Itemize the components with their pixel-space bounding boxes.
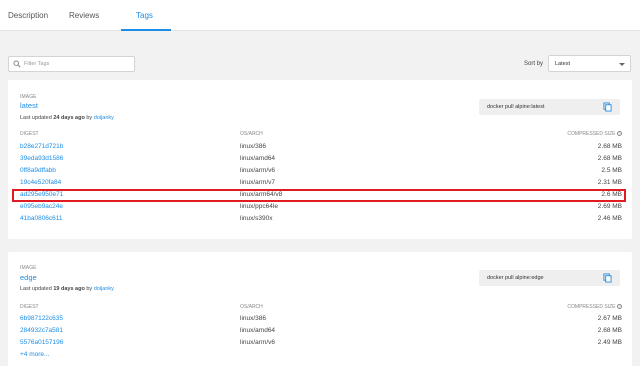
table-row: 0ff8a9dffabb linux/arm/v6 2.5 MB — [8, 167, 632, 178]
user-link[interactable]: doijanky — [94, 286, 114, 292]
table-row: b28e271d721b linux/386 2.68 MB — [8, 143, 632, 154]
highlight-box — [12, 189, 626, 202]
os-arch: linux/ppc64le — [240, 203, 278, 210]
tag-card-edge: IMAGE edge Last updated 19 days ago by d… — [8, 252, 632, 366]
chevron-down-icon — [619, 63, 625, 66]
compressed-size-column-header: COMPRESSED SIZE? — [567, 131, 622, 137]
digest-column-header: DIGEST — [20, 131, 39, 137]
compressed-size: 2.46 MB — [597, 215, 622, 222]
os-arch: linux/386 — [240, 143, 267, 150]
sort-select[interactable]: Latest — [548, 55, 631, 72]
os-arch: linux/amd64 — [240, 155, 276, 162]
compressed-size: 2.5 MB — [601, 167, 622, 174]
digest-link[interactable]: 6b987122c635 — [20, 315, 63, 322]
image-label: IMAGE — [20, 265, 37, 271]
pull-command-text: docker pull alpine:edge — [487, 275, 544, 281]
table-row: 41ba0806c611 linux/s390x 2.46 MB — [8, 215, 632, 226]
help-icon[interactable]: ? — [617, 304, 622, 309]
digest-link[interactable]: 39eda93d1586 — [20, 155, 63, 162]
os-arch-column-header: OS/ARCH — [240, 131, 263, 137]
pull-command-box: docker pull alpine:latest — [479, 99, 620, 115]
tab-tags[interactable]: Tags — [136, 11, 153, 20]
os-arch: linux/arm/v6 — [240, 339, 276, 346]
image-label: IMAGE — [20, 94, 37, 100]
os-arch: linux/386 — [240, 315, 267, 322]
table-row: 39eda93d1586 linux/amd64 2.68 MB — [8, 155, 632, 166]
updated-ago: 19 days ago — [53, 286, 85, 292]
copy-icon[interactable] — [603, 102, 612, 112]
digest-link[interactable]: 284932c7a581 — [20, 327, 63, 334]
table-row: 5576a0157196 linux/arm/v6 2.49 MB — [8, 339, 632, 350]
os-arch: linux/amd64 — [240, 327, 276, 334]
tag-name-link[interactable]: edge — [20, 273, 37, 282]
digest-link[interactable]: 0ff8a9dffabb — [20, 167, 56, 174]
compressed-size: 2.31 MB — [597, 179, 622, 186]
table-row: 6b987122c635 linux/386 2.67 MB — [8, 315, 632, 326]
digest-link[interactable]: e095eb9ac24e — [20, 203, 63, 210]
digest-column-header: DIGEST — [20, 304, 39, 310]
tab-description[interactable]: Description — [8, 11, 48, 20]
os-arch: linux/s390x — [240, 215, 273, 222]
compressed-size: 2.68 MB — [597, 327, 622, 334]
os-arch-column-header: OS/ARCH — [240, 304, 263, 310]
table-row: 284932c7a581 linux/amd64 2.68 MB — [8, 327, 632, 338]
last-updated-text: Last updated 24 days ago by doijanky — [20, 115, 114, 121]
compressed-size: 2.68 MB — [597, 155, 622, 162]
table-row: e095eb9ac24e linux/ppc64le 2.69 MB — [8, 203, 632, 214]
compressed-size: 2.67 MB — [597, 315, 622, 322]
tab-reviews[interactable]: Reviews — [69, 11, 99, 20]
more-link[interactable]: +4 more... — [20, 351, 49, 358]
pull-command-box: docker pull alpine:edge — [479, 270, 620, 286]
filter-tags-input[interactable] — [24, 58, 129, 70]
digest-link[interactable]: b28e271d721b — [20, 143, 63, 150]
active-tab-indicator — [121, 29, 171, 31]
sort-selected-value: Latest — [555, 61, 570, 67]
filter-tags-field[interactable] — [8, 56, 135, 72]
pull-command-text: docker pull alpine:latest — [487, 104, 545, 110]
user-link[interactable]: doijanky — [94, 115, 114, 121]
tag-card-latest: IMAGE latest Last updated 24 days ago by… — [8, 80, 632, 239]
compressed-size: 2.49 MB — [597, 339, 622, 346]
compressed-size: 2.69 MB — [597, 203, 622, 210]
compressed-size-column-header: COMPRESSED SIZE? — [567, 304, 622, 310]
os-arch: linux/arm/v6 — [240, 167, 276, 174]
help-icon[interactable]: ? — [617, 131, 622, 136]
compressed-size: 2.68 MB — [597, 143, 622, 150]
sort-by-label: Sort by — [524, 61, 544, 67]
tag-name-link[interactable]: latest — [20, 101, 38, 110]
tab-bar: Description Reviews Tags — [0, 0, 640, 31]
os-arch: linux/arm/v7 — [240, 179, 276, 186]
last-updated-text: Last updated 19 days ago by doijanky — [20, 286, 114, 292]
digest-link[interactable]: 41ba0806c611 — [20, 215, 63, 222]
search-icon — [13, 60, 21, 68]
copy-icon[interactable] — [603, 273, 612, 283]
digest-link[interactable]: 5576a0157196 — [20, 339, 63, 346]
digest-link[interactable]: 19c4e520fa84 — [20, 179, 61, 186]
updated-ago: 24 days ago — [53, 115, 85, 121]
